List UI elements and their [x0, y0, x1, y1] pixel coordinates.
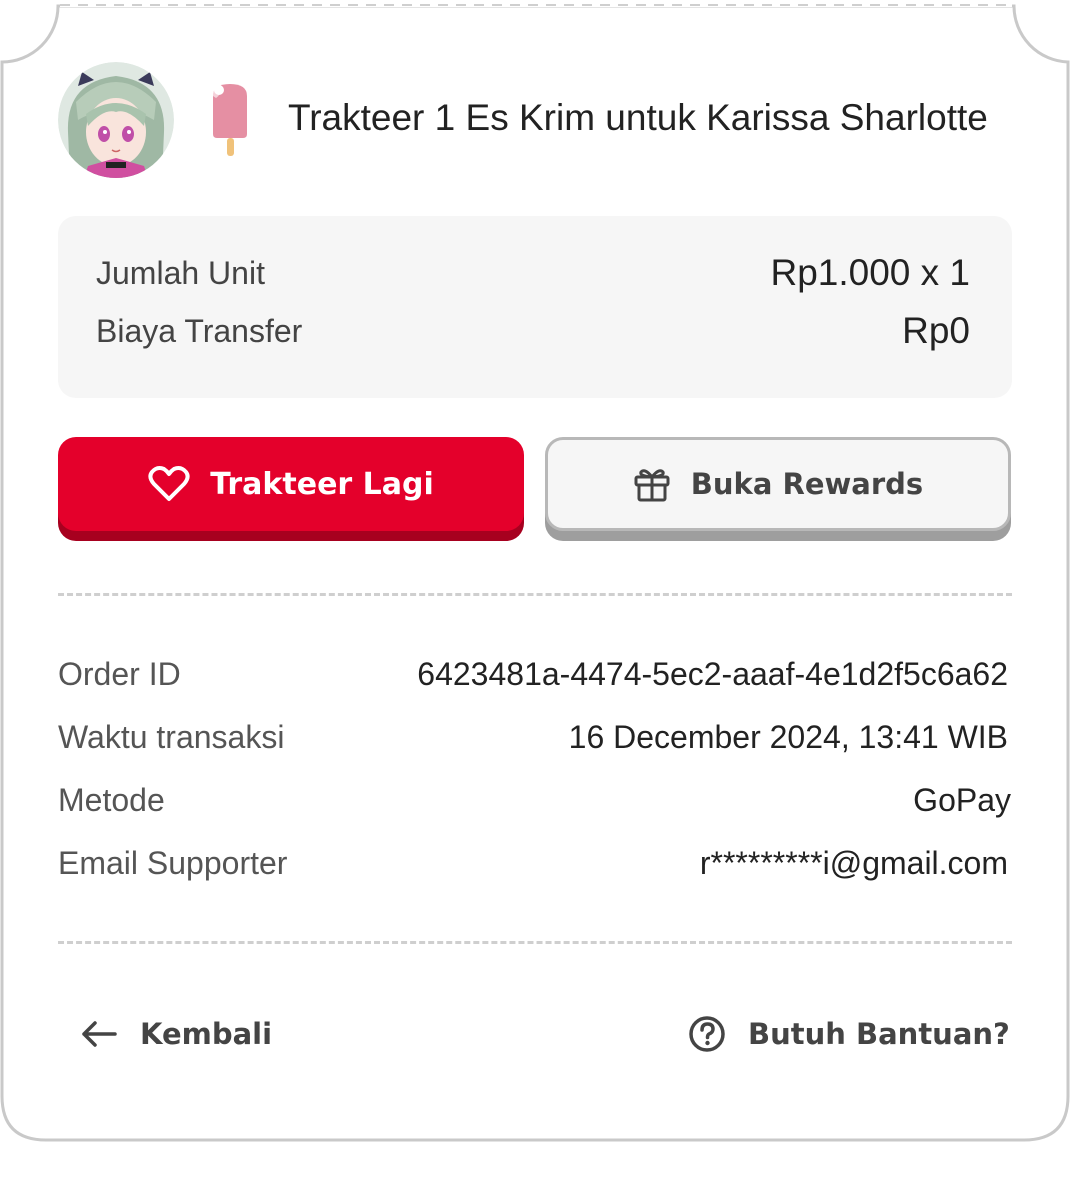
receipt-page: Trakteer 1 Es Krim untuk Karissa Sharlot…: [0, 0, 1072, 1194]
detail-row-email: Email Supporter r*********i@gmail.com: [58, 843, 1008, 883]
summary-row-fee: Biaya Transfer Rp0: [96, 310, 970, 352]
help-button[interactable]: Butuh Bantuan?: [688, 1010, 1010, 1058]
detail-row-order-id: Order ID 6423481a-4474-5ec2-aaaf-4e1d2f5…: [58, 654, 1008, 694]
question-circle-icon: [689, 1016, 725, 1052]
arrow-left-icon: [82, 1021, 117, 1047]
summary-card: Jumlah Unit Rp1.000 x 1 Biaya Transfer R…: [58, 216, 1012, 398]
transaction-time-value: 16 December 2024, 13:41 WIB: [568, 718, 1008, 755]
divider: [58, 941, 1012, 944]
divider: [58, 593, 1012, 596]
summary-value: Rp1.000 x 1: [770, 252, 970, 293]
summary-label: Biaya Transfer: [96, 312, 303, 349]
back-button[interactable]: Kembali: [80, 1010, 272, 1058]
page-title: Trakteer 1 Es Krim untuk Karissa Sharlot…: [288, 97, 988, 138]
back-label: Kembali: [140, 1017, 273, 1051]
help-label: Butuh Bantuan?: [748, 1017, 1010, 1051]
trakteer-again-button[interactable]: Trakteer Lagi: [58, 437, 524, 531]
payment-method-value: GoPay: [913, 781, 1011, 818]
detail-row-method: Metode GoPay: [58, 780, 1011, 820]
detail-label: Email Supporter: [58, 844, 288, 881]
detail-row-transaction-time: Waktu transaksi 16 December 2024, 13:41 …: [58, 717, 1008, 757]
gift-icon: [634, 469, 670, 502]
creator-avatar: [58, 62, 174, 178]
summary-value: Rp0: [902, 310, 970, 351]
popsicle-icon: [208, 80, 252, 165]
detail-label: Order ID: [58, 655, 181, 692]
avatar-anime-girl-icon: [58, 62, 174, 178]
detail-label: Waktu transaksi: [58, 718, 285, 755]
open-rewards-label: Buka Rewards: [690, 467, 924, 501]
detail-label: Metode: [58, 781, 165, 818]
summary-label: Jumlah Unit: [96, 254, 265, 291]
trakteer-again-label: Trakteer Lagi: [210, 466, 434, 502]
open-rewards-button[interactable]: Buka Rewards: [545, 437, 1011, 531]
heart-icon: [148, 466, 190, 501]
order-id-value: 6423481a-4474-5ec2-aaaf-4e1d2f5c6a62: [417, 655, 1008, 692]
summary-row-unit: Jumlah Unit Rp1.000 x 1: [96, 252, 970, 294]
supporter-email-value: r*********i@gmail.com: [699, 844, 1008, 881]
